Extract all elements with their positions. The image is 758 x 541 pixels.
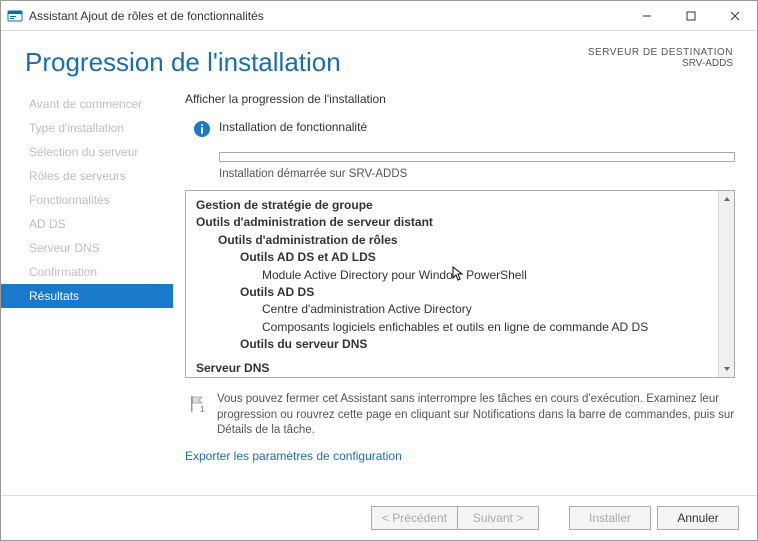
step-install-type: Type d'installation xyxy=(1,116,173,140)
tree-item: Module Active Directory pour Windo Power… xyxy=(262,267,714,284)
app-icon xyxy=(7,8,23,24)
window-title: Assistant Ajout de rôles et de fonctionn… xyxy=(29,9,625,23)
tip-row: 1 Vous pouvez fermer cet Assistant sans … xyxy=(185,392,735,439)
tree-item: Outils d'administration de rôles xyxy=(218,232,714,249)
cancel-button[interactable]: Annuler xyxy=(657,506,739,530)
mouse-cursor-icon xyxy=(453,268,463,282)
close-button[interactable] xyxy=(713,1,757,30)
main-panel: Afficher la progression de l'installatio… xyxy=(173,86,757,495)
scroll-down-button[interactable] xyxy=(719,361,735,377)
progress-subtext: Installation démarrée sur SRV-ADDS xyxy=(219,168,735,180)
scrollbar[interactable] xyxy=(718,191,734,377)
section-label: Afficher la progression de l'installatio… xyxy=(185,92,735,106)
step-features: Fonctionnalités xyxy=(1,188,173,212)
info-icon xyxy=(193,120,211,138)
destination-info: SERVEUR DE DESTINATION SRV-ADDS xyxy=(588,47,733,69)
wizard-window: Assistant Ajout de rôles et de fonctionn… xyxy=(0,0,758,541)
svg-text:1: 1 xyxy=(200,405,205,414)
tree-item: Outils AD DS et AD LDS xyxy=(240,249,714,266)
wizard-steps-sidebar: Avant de commencer Type d'installation S… xyxy=(1,86,173,495)
details-tree: Gestion de stratégie de groupe Outils d'… xyxy=(186,191,734,378)
header: Progression de l'installation SERVEUR DE… xyxy=(1,31,757,86)
tree-item: Outils AD DS xyxy=(240,284,714,301)
step-server-selection: Sélection du serveur xyxy=(1,140,173,164)
step-ad-ds: AD DS xyxy=(1,212,173,236)
export-settings-link[interactable]: Exporter les paramètres de configuration xyxy=(185,449,735,463)
scroll-up-button[interactable] xyxy=(719,191,735,207)
step-before-begin: Avant de commencer xyxy=(1,92,173,116)
status-text: Installation de fonctionnalité xyxy=(219,120,367,134)
titlebar: Assistant Ajout de rôles et de fonctionn… xyxy=(1,1,757,31)
tip-text: Vous pouvez fermer cet Assistant sans in… xyxy=(217,392,735,439)
maximize-button[interactable] xyxy=(669,1,713,30)
tree-item: Outils du serveur DNS xyxy=(240,336,714,353)
flag-icon: 1 xyxy=(185,392,209,416)
tree-item: Gestion de stratégie de groupe xyxy=(196,197,714,214)
install-button: Installer xyxy=(569,506,651,530)
next-button: Suivant > xyxy=(457,506,539,530)
minimize-button[interactable] xyxy=(625,1,669,30)
destination-server: SRV-ADDS xyxy=(588,58,733,69)
tree-item: Outils d'administration de serveur dista… xyxy=(196,214,714,231)
step-results: Résultats xyxy=(1,284,173,308)
step-server-roles: Rôles de serveurs xyxy=(1,164,173,188)
tree-item: Composants logiciels enfichables et outi… xyxy=(262,319,714,336)
progress-bar xyxy=(219,152,735,162)
tree-item: Serveur DNS xyxy=(196,360,714,377)
page-title: Progression de l'installation xyxy=(25,47,341,78)
tree-item: Centre d'administration Active Directory xyxy=(262,301,714,318)
step-confirmation: Confirmation xyxy=(1,260,173,284)
previous-button: < Précédent xyxy=(371,506,457,530)
details-box: Gestion de stratégie de groupe Outils d'… xyxy=(185,190,735,378)
footer: < Précédent Suivant > Installer Annuler xyxy=(1,495,757,540)
step-dns-server: Serveur DNS xyxy=(1,236,173,260)
destination-label: SERVEUR DE DESTINATION xyxy=(588,47,733,58)
